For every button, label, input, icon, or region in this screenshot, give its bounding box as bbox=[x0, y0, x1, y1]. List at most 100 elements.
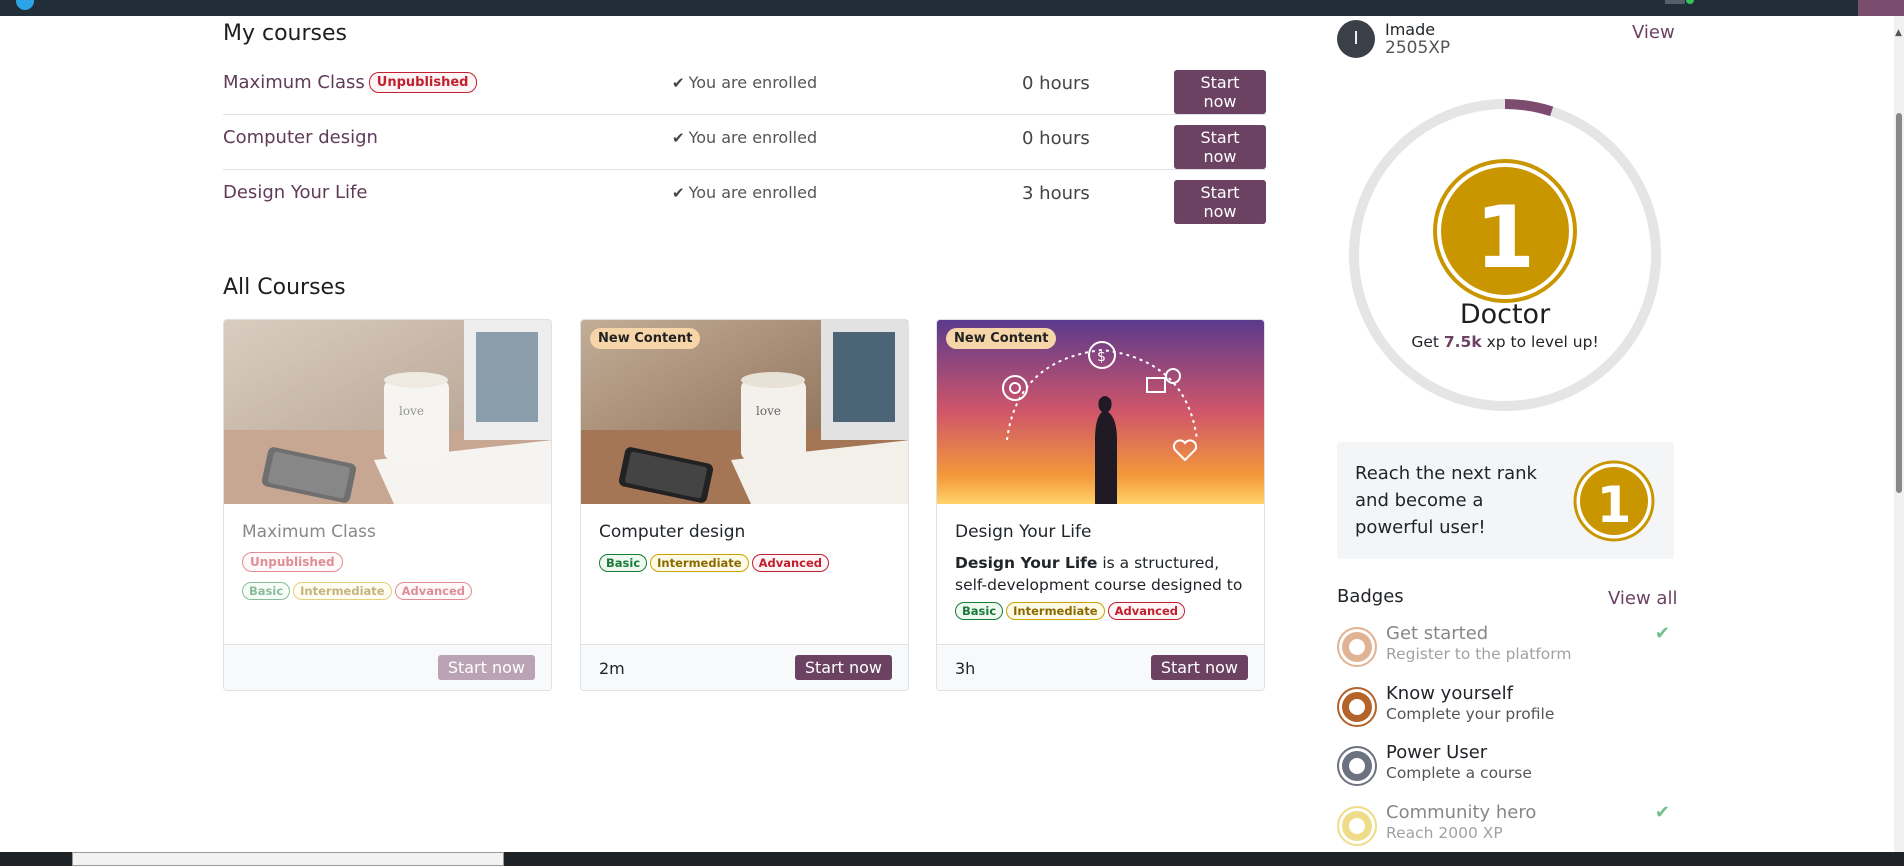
taskbar-search-field[interactable] bbox=[72, 852, 504, 866]
level-advanced-tag: Advanced bbox=[1107, 602, 1186, 620]
enrolled-status: ✔ You are enrolled bbox=[672, 183, 818, 202]
enrolled-status: ✔ You are enrolled bbox=[672, 128, 818, 147]
start-now-button[interactable]: Start now bbox=[437, 655, 535, 680]
taskbar bbox=[0, 852, 1904, 866]
next-rank-text: Reach the next rank and become a powerfu… bbox=[1355, 463, 1537, 538]
badge-medal-icon bbox=[1337, 746, 1377, 786]
level-intermediate-tag: Intermediate bbox=[1006, 602, 1105, 620]
level-advanced-tag: Advanced bbox=[751, 554, 830, 572]
course-hours: 0 hours bbox=[1022, 128, 1090, 149]
level-advanced-tag: Advanced bbox=[394, 582, 473, 600]
rank-name: Doctor bbox=[1459, 299, 1551, 330]
start-now-button[interactable]: Start now bbox=[794, 655, 892, 680]
badge-item[interactable]: Community hero Reach 2000 XP ✔ bbox=[1337, 802, 1674, 852]
start-now-button[interactable]: Start now bbox=[1150, 655, 1248, 680]
view-all-badges-link[interactable]: View all bbox=[1608, 588, 1677, 609]
card-footer: Start now bbox=[224, 644, 551, 690]
start-now-button[interactable]: Start now bbox=[1174, 125, 1266, 169]
course-row: Maximum Class Unpublished ✔ You are enroll… bbox=[223, 60, 1266, 115]
course-hours: 0 hours bbox=[1022, 73, 1090, 94]
course-card[interactable]: $ New Content Design Your Life Design Yo… bbox=[936, 319, 1265, 691]
page-scrollbar[interactable]: ▲ bbox=[1894, 16, 1904, 852]
course-image-sunset[interactable]: $ New Content bbox=[937, 320, 1264, 504]
online-status-icon bbox=[1686, 0, 1694, 4]
badge-medal-icon bbox=[1337, 806, 1377, 846]
enrolled-status: ✔ You are enrolled bbox=[672, 73, 818, 92]
level-tags: Basic Intermediate Advanced bbox=[599, 552, 892, 572]
top-bar-user-tab[interactable] bbox=[1858, 0, 1904, 16]
card-footer: 3h Start now bbox=[937, 644, 1264, 690]
toolbar-indicator-icon bbox=[1665, 0, 1685, 4]
level-basic-tag: Basic bbox=[955, 602, 1004, 620]
scroll-up-icon[interactable]: ▲ bbox=[1895, 28, 1902, 38]
level-intermediate-tag: Intermediate bbox=[650, 554, 749, 572]
card-body: Design Your Life Design Your Life is a s… bbox=[937, 504, 1264, 644]
course-card-title[interactable]: Design Your Life bbox=[955, 522, 1248, 542]
course-card[interactable]: love New Content Computer design Basic In… bbox=[580, 319, 909, 691]
badge-medal-icon bbox=[1337, 687, 1377, 727]
course-row: Design Your Life ✔ You are enrolled 3 hou… bbox=[223, 170, 1266, 225]
badge-medal-icon bbox=[1337, 627, 1377, 667]
card-body: Computer design Basic Intermediate Advance… bbox=[581, 504, 908, 644]
badge-title: Get started bbox=[1386, 623, 1489, 644]
avatar[interactable]: I bbox=[1337, 20, 1375, 58]
rank-progress-ring: 1 bbox=[1349, 99, 1661, 411]
card-body: Maximum Class Unpublished Basic Intermedi… bbox=[224, 504, 551, 644]
svg-text:love: love bbox=[399, 404, 424, 418]
course-image-mug[interactable]: love New Content bbox=[581, 320, 908, 504]
badge-description: Complete a course bbox=[1386, 764, 1532, 782]
my-courses-title: My courses bbox=[223, 21, 347, 46]
course-image-mug[interactable]: love bbox=[224, 320, 551, 504]
badge-item[interactable]: Know yourself Complete your profile bbox=[1337, 683, 1674, 733]
check-icon: ✔ bbox=[672, 184, 685, 202]
new-content-tag: New Content bbox=[946, 328, 1057, 349]
next-rank-box: Reach the next rank and become a powerfu… bbox=[1337, 442, 1674, 559]
badges-title: Badges bbox=[1337, 586, 1404, 607]
badge-earned-check-icon: ✔ bbox=[1654, 623, 1670, 644]
app-logo-icon[interactable] bbox=[16, 0, 34, 10]
svg-text:1: 1 bbox=[1597, 476, 1632, 534]
course-hours: 3 hours bbox=[1022, 183, 1090, 204]
top-bar bbox=[0, 0, 1904, 16]
badge-item[interactable]: Get started Register to the platform ✔ bbox=[1337, 623, 1674, 673]
course-card-title[interactable]: Maximum Class bbox=[242, 522, 535, 542]
svg-text:$: $ bbox=[1097, 349, 1106, 365]
badge-description: Register to the platform bbox=[1386, 645, 1572, 663]
unpublished-badge: Unpublished bbox=[242, 552, 343, 572]
level-basic-tag: Basic bbox=[599, 554, 648, 572]
badge-title: Know yourself bbox=[1386, 683, 1513, 704]
level-basic-tag: Basic bbox=[242, 582, 291, 600]
badge-earned-check-icon: ✔ bbox=[1654, 802, 1670, 823]
badge-title: Community hero bbox=[1386, 802, 1537, 823]
svg-text:love: love bbox=[756, 404, 781, 418]
check-icon: ✔ bbox=[672, 74, 685, 92]
badge-item[interactable]: Power User Complete a course bbox=[1337, 742, 1674, 792]
badge-title: Power User bbox=[1386, 742, 1488, 763]
course-name-link[interactable]: Computer design bbox=[223, 127, 378, 148]
level-tags: Basic Intermediate Advanced bbox=[955, 600, 1248, 620]
view-profile-link[interactable]: View bbox=[1632, 22, 1675, 43]
level-tags: Basic Intermediate Advanced bbox=[242, 580, 535, 600]
check-icon: ✔ bbox=[672, 129, 685, 147]
user-name: Imade bbox=[1385, 20, 1436, 39]
level-intermediate-tag: Intermediate bbox=[293, 582, 392, 600]
start-now-button[interactable]: Start now bbox=[1174, 70, 1266, 114]
card-footer: 2m Start now bbox=[581, 644, 908, 690]
course-description: Design Your Life is a structured, self-d… bbox=[955, 554, 1243, 594]
next-rank-medal-icon: 1 bbox=[1573, 460, 1655, 542]
course-name-link[interactable]: Maximum Class Unpublished bbox=[223, 72, 477, 93]
course-row: Computer design ✔ You are enrolled 0 hour… bbox=[223, 115, 1266, 170]
unpublished-badge: Unpublished bbox=[368, 72, 477, 93]
level-up-hint: Get 7.5k xp to level up! bbox=[1411, 333, 1599, 351]
badge-description: Reach 2000 XP bbox=[1386, 824, 1503, 842]
course-duration: 2m bbox=[599, 659, 625, 678]
badge-description: Complete your profile bbox=[1386, 705, 1555, 723]
course-duration: 3h bbox=[955, 659, 976, 678]
course-name-link[interactable]: Design Your Life bbox=[223, 182, 367, 203]
scrollbar-thumb[interactable] bbox=[1896, 113, 1902, 493]
course-card[interactable]: love Maximum Class Unpublished Basic Inte… bbox=[223, 319, 552, 691]
start-now-button[interactable]: Start now bbox=[1174, 180, 1266, 224]
course-card-title[interactable]: Computer design bbox=[599, 522, 892, 542]
all-courses-title: All Courses bbox=[223, 275, 346, 300]
new-content-tag: New Content bbox=[590, 328, 701, 349]
